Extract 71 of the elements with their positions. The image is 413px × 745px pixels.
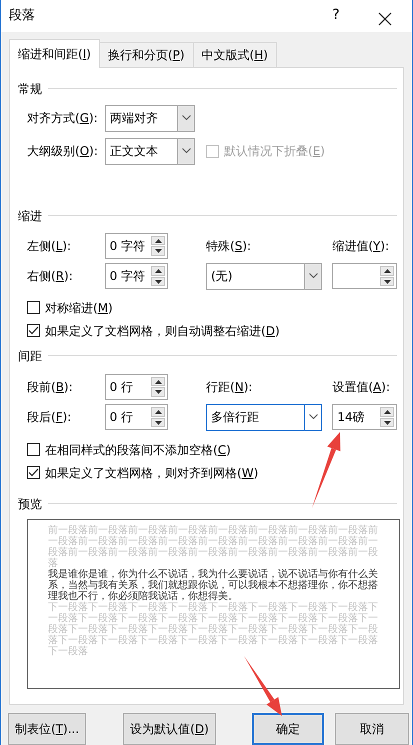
spin-up-button[interactable] xyxy=(380,266,394,276)
preview-text: 下一段落下一段落下一段落下一段落下一段落下一段落下一段落下一段落下一段落下一段落下一段落下一段落下一段落下一段落下一段落下一段落下一段落下一段落下一段落下一段落下一段落下一段落下一段落下一段落下一段落下一段落下一段落下一段落下一段落下一段落下一段落下一段落下一段落下一段落 xyxy=(48,602,379,657)
spin-field[interactable]: 0 字符 xyxy=(104,232,168,259)
spin-up-button[interactable] xyxy=(151,407,166,417)
field-label: 右侧(R): xyxy=(27,268,74,286)
checkbox[interactable]: 在相同样式的段落间不添加空格(C) xyxy=(18,440,397,460)
dropdown[interactable]: 两端对齐 xyxy=(105,104,195,132)
tab[interactable]: 缩进和间距(I) xyxy=(9,38,100,68)
spin-down-button[interactable] xyxy=(380,418,394,428)
triangle-up-icon xyxy=(154,269,162,274)
field-label: 左侧(L): xyxy=(27,238,72,255)
checkbox[interactable]: 如果定义了文档网格，则自动调整右缩进(D) xyxy=(18,320,397,341)
spin-field[interactable] xyxy=(332,263,398,290)
dropdown[interactable]: 多倍行距 xyxy=(206,404,322,431)
tab[interactable]: 中文版式(H) xyxy=(192,42,277,68)
chevron-down-icon xyxy=(308,273,318,280)
spin-field[interactable]: 14磅 xyxy=(332,404,398,430)
triangle-up-icon xyxy=(384,269,391,274)
section-heading: 缩进 xyxy=(18,208,42,225)
triangle-up-icon xyxy=(154,410,162,414)
dropdown[interactable]: (无) xyxy=(206,262,322,290)
triangle-up-icon xyxy=(384,410,391,414)
checkmark-icon xyxy=(28,468,39,478)
triangle-down-icon xyxy=(154,249,162,254)
preview-text: 我是谁你是谁，你为什么不说话，我为什么要说话，说不说话与你有什么关系，当然与我有关系，我们就想跟你说，可以我根本不想搭理你，你不想搭理我也不行，你必须陪我说话，你想得美。 xyxy=(48,568,379,602)
field-label: 行距(N): xyxy=(206,378,254,396)
checkmark-icon xyxy=(28,326,39,336)
field-label: 段后(F): xyxy=(27,409,72,426)
dialog-button[interactable]: 设为默认值(D) xyxy=(123,713,216,745)
spin-up-button[interactable] xyxy=(380,407,394,417)
section-heading: 常规 xyxy=(18,80,42,98)
checkbox[interactable]: 对称缩进(M) xyxy=(18,298,397,318)
annotation-arrow xyxy=(244,656,282,716)
triangle-down-icon xyxy=(154,280,162,284)
spin-down-button[interactable] xyxy=(151,387,166,397)
spin-up-button[interactable] xyxy=(151,266,166,276)
spin-field[interactable]: 0 行 xyxy=(104,404,168,430)
triangle-down-icon xyxy=(154,420,162,425)
field-label: 设置值(A): xyxy=(332,378,391,396)
field-label: 大纲级别(O): xyxy=(27,143,99,160)
field-label: 对齐方式(G): xyxy=(27,110,99,128)
spin-down-button[interactable] xyxy=(151,246,166,256)
dialog-button[interactable]: 取消 xyxy=(334,713,409,745)
dialog-title: 段落 xyxy=(9,7,36,26)
triangle-down-icon xyxy=(154,390,162,394)
spin-up-button[interactable] xyxy=(151,376,166,386)
triangle-up-icon xyxy=(154,238,162,243)
spin-down-button[interactable] xyxy=(380,276,394,286)
triangle-down-icon xyxy=(384,420,391,425)
spin-field[interactable]: 0 字符 xyxy=(104,263,168,290)
spin-down-button[interactable] xyxy=(151,276,166,286)
spin-field[interactable]: 0 行 xyxy=(104,374,168,400)
section-heading: 预览 xyxy=(18,496,42,513)
dropdown[interactable]: 正文文本 xyxy=(105,138,195,165)
dialog-button[interactable]: 制表位(T)... xyxy=(8,713,86,745)
chevron-down-icon xyxy=(182,115,190,122)
help-button[interactable]: ? xyxy=(322,5,350,26)
chevron-down-icon xyxy=(308,414,318,420)
spin-up-button[interactable] xyxy=(151,236,166,246)
section-heading: 间距 xyxy=(18,348,42,365)
close-icon xyxy=(378,12,392,26)
triangle-down-icon xyxy=(384,280,391,284)
chevron-down-icon xyxy=(182,148,190,154)
preview-text: 前一段落前一段落前一段落前一段落前一段落前一段落前一段落前一段落前一段落前一段落前一段落前一段落前一段落前一段落前一段落前一段落前一段落前一段落前一段落前一段落前一段落前一段落前一段落前一段落前一段落 xyxy=(48,524,379,569)
dialog-button[interactable]: 确定 xyxy=(252,713,324,745)
checkbox[interactable]: 如果定义了文档网格，则对齐到网格(W) xyxy=(18,462,397,483)
field-label: 段前(B): xyxy=(27,378,74,396)
field-label: 缩进值(Y): xyxy=(332,238,390,255)
triangle-up-icon xyxy=(154,380,162,384)
spin-down-button[interactable] xyxy=(151,418,166,428)
field-label: 特殊(S): xyxy=(206,238,252,255)
